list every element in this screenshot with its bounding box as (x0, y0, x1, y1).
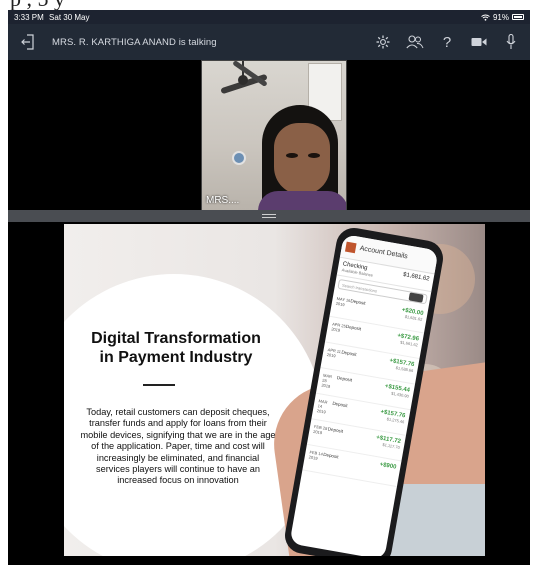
meeting-tools: ? (374, 33, 520, 51)
status-bar: 3:33 PM Sat 30 May 91% (8, 10, 530, 24)
slide-title: Digital Transformation in Payment Indust… (82, 329, 270, 367)
transaction-amount-block: +$20.00 $1,681.62 (399, 307, 424, 328)
leave-icon[interactable] (18, 32, 38, 52)
transaction-amount-block: +$157.76 $1,588.66 (387, 358, 415, 379)
pane-splitter[interactable] (8, 210, 530, 222)
filter-icon (408, 292, 424, 303)
phone-header-title: Account Details (359, 245, 409, 261)
slide-body-text: Today, retail customers can deposit cheq… (80, 407, 276, 486)
status-left: 3:33 PM Sat 30 May (14, 13, 90, 22)
phone-search-placeholder: Search transactions (341, 282, 378, 294)
transaction-amount-block: +$72.96 $1,661.62 (395, 333, 420, 354)
participant-name: MRS.... (206, 195, 240, 206)
transaction-amount-block: +$900 (377, 462, 397, 482)
transaction-type: Deposit (332, 400, 348, 409)
slide-title-line: Digital Transformation (91, 330, 261, 347)
video-area: MRS.... (8, 60, 530, 211)
ipad-screen: 3:33 PM Sat 30 May 91% MRS. R. KARTHIGA … (8, 10, 530, 565)
participant-eye (286, 153, 298, 158)
transaction-amount-block: +$117.72 $1,117.70 (374, 435, 402, 456)
status-date: Sat 30 May (49, 12, 90, 22)
ceiling-fan-hub (238, 75, 248, 85)
top-strip: p , 5 y (0, 0, 536, 10)
handwritten-text: p , 5 y (10, 0, 65, 10)
slide-divider (143, 384, 175, 386)
transaction-type: Deposit (327, 426, 344, 434)
bank-logo-icon (345, 241, 357, 253)
meeting-toolbar: MRS. R. KARTHIGA ANAND is talking ? (8, 24, 530, 60)
drag-handle-icon[interactable] (262, 214, 276, 218)
wall-clock (232, 151, 246, 165)
battery-icon (512, 14, 524, 20)
screen-share-area: Account Details Checking Available Balan… (8, 222, 530, 565)
battery-percent: 91% (492, 12, 509, 22)
transaction-amount: +$900 (379, 461, 397, 471)
help-glyph: ? (442, 33, 452, 51)
help-icon[interactable]: ? (438, 33, 456, 51)
participant-video-tile[interactable]: MRS.... (201, 60, 347, 211)
participants-icon[interactable] (406, 33, 424, 51)
transaction-amount-block: +$155.44 $1,430.90 (383, 384, 410, 405)
microphone-icon[interactable] (502, 33, 520, 51)
account-info: Checking Available Balance (341, 261, 374, 277)
participant-clothing (258, 191, 346, 210)
transaction-type: Deposit (345, 323, 362, 332)
wifi-icon (481, 14, 490, 21)
participant-eye (308, 153, 320, 158)
status-time: 3:33 PM (14, 12, 44, 22)
account-balance: $1,681.62 (402, 271, 430, 283)
transaction-type: Deposit (336, 375, 353, 383)
status-right: 91% (481, 13, 524, 22)
slide-title-line: in Payment Industry (99, 349, 253, 366)
transaction-type: Deposit (322, 451, 339, 460)
transaction-amount-block: +$157.76 $1,275.46 (378, 409, 406, 430)
transaction-type: Deposit (350, 298, 366, 306)
camera-icon[interactable] (470, 33, 488, 51)
transaction-type: Deposit (341, 349, 357, 358)
participant-face (274, 123, 330, 195)
shared-slide: Account Details Checking Available Balan… (64, 224, 485, 556)
settings-icon[interactable] (374, 33, 392, 51)
active-speaker-label: MRS. R. KARTHIGA ANAND is talking (52, 36, 217, 48)
